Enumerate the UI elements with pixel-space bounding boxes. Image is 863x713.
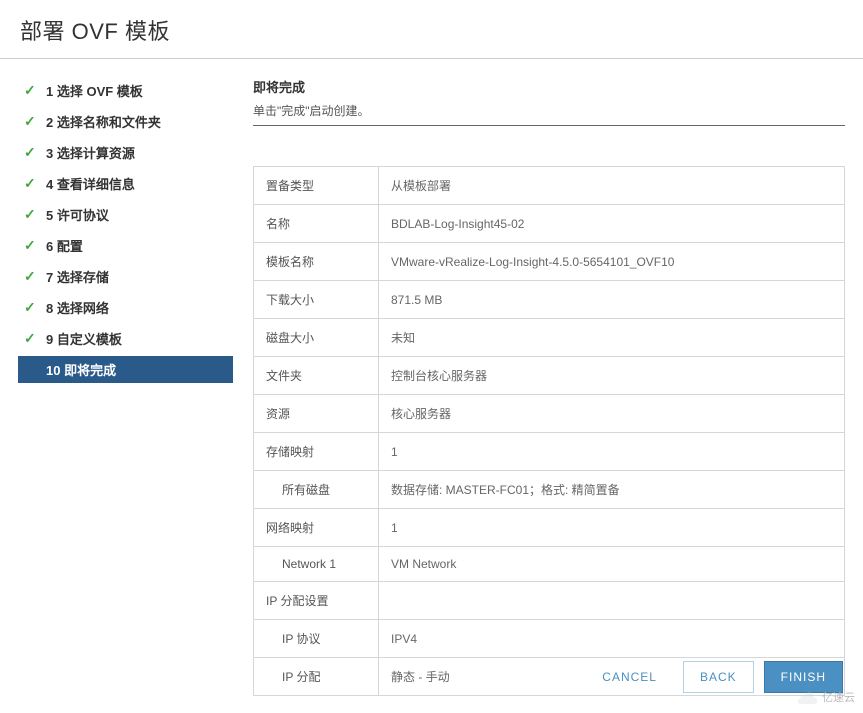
row-value: 871.5 MB	[379, 281, 845, 319]
table-row: IP 分配设置	[254, 582, 845, 620]
row-label: 置备类型	[254, 167, 379, 205]
content-title: 即将完成	[253, 77, 845, 96]
row-label: 网络映射	[254, 509, 379, 547]
table-row: 存储映射1	[254, 433, 845, 471]
wizard-sidebar: ✓ 1 选择 OVF 模板 ✓ 2 选择名称和文件夹 ✓ 3 选择计算资源 ✓ 4 查看详细信…	[18, 77, 233, 696]
check-icon: ✓	[24, 268, 38, 285]
row-value: 1	[379, 509, 845, 547]
wizard-content: 即将完成 单击"完成"启动创建。 置备类型从模板部署名称BDLAB-Log-In…	[233, 77, 845, 696]
row-value: 核心服务器	[379, 395, 845, 433]
check-icon: ✓	[24, 82, 38, 99]
row-label: 磁盘大小	[254, 319, 379, 357]
wizard-step-label: 10 即将完成	[46, 360, 116, 379]
row-value: 1	[379, 433, 845, 471]
row-label: IP 分配设置	[254, 582, 379, 620]
wizard-step-6[interactable]: ✓ 6 配置	[18, 232, 233, 259]
row-value: IPV4	[379, 620, 845, 658]
content-subtitle: 单击"完成"启动创建。	[253, 102, 845, 119]
row-label: IP 分配	[254, 658, 379, 696]
row-label: 下载大小	[254, 281, 379, 319]
check-icon: ✓	[24, 299, 38, 316]
table-row: 名称BDLAB-Log-Insight45-02	[254, 205, 845, 243]
table-row: IP 协议IPV4	[254, 620, 845, 658]
wizard-step-label: 9 自定义模板	[46, 329, 122, 348]
wizard-step-label: 4 查看详细信息	[46, 174, 135, 193]
content-divider	[253, 125, 845, 126]
table-row: 下载大小871.5 MB	[254, 281, 845, 319]
wizard-step-1[interactable]: ✓ 1 选择 OVF 模板	[18, 77, 233, 104]
main-content: ✓ 1 选择 OVF 模板 ✓ 2 选择名称和文件夹 ✓ 3 选择计算资源 ✓ 4 查看详细信…	[0, 59, 863, 696]
row-label: 模板名称	[254, 243, 379, 281]
check-icon: ✓	[24, 237, 38, 254]
row-value: BDLAB-Log-Insight45-02	[379, 205, 845, 243]
wizard-step-10: 10 即将完成	[18, 356, 233, 383]
table-row: 磁盘大小未知	[254, 319, 845, 357]
wizard-step-label: 6 配置	[46, 236, 83, 255]
row-value: VM Network	[379, 547, 845, 582]
wizard-step-label: 3 选择计算资源	[46, 143, 135, 162]
wizard-step-label: 1 选择 OVF 模板	[46, 81, 143, 100]
row-value: VMware-vRealize-Log-Insight-4.5.0-565410…	[379, 243, 845, 281]
row-label: 存储映射	[254, 433, 379, 471]
row-value: 数据存储: MASTER-FC01；格式: 精简置备	[379, 471, 845, 509]
wizard-step-5[interactable]: ✓ 5 许可协议	[18, 201, 233, 228]
back-button[interactable]: BACK	[683, 661, 754, 693]
table-row: 模板名称VMware-vRealize-Log-Insight-4.5.0-56…	[254, 243, 845, 281]
details-table: 置备类型从模板部署名称BDLAB-Log-Insight45-02模板名称VMw…	[253, 166, 845, 696]
wizard-step-2[interactable]: ✓ 2 选择名称和文件夹	[18, 108, 233, 135]
row-value: 控制台核心服务器	[379, 357, 845, 395]
wizard-step-label: 8 选择网络	[46, 298, 109, 317]
wizard-step-9[interactable]: ✓ 9 自定义模板	[18, 325, 233, 352]
table-row: 文件夹控制台核心服务器	[254, 357, 845, 395]
row-label: Network 1	[254, 547, 379, 582]
row-label: 文件夹	[254, 357, 379, 395]
watermark-text: 亿速云	[822, 689, 855, 705]
row-label: 资源	[254, 395, 379, 433]
cloud-icon	[798, 690, 818, 704]
wizard-step-8[interactable]: ✓ 8 选择网络	[18, 294, 233, 321]
wizard-step-label: 5 许可协议	[46, 205, 109, 224]
check-icon: ✓	[24, 175, 38, 192]
row-value: 未知	[379, 319, 845, 357]
check-icon: ✓	[24, 330, 38, 347]
wizard-step-4[interactable]: ✓ 4 查看详细信息	[18, 170, 233, 197]
row-label: 所有磁盘	[254, 471, 379, 509]
row-value	[379, 582, 845, 620]
table-row: Network 1VM Network	[254, 547, 845, 582]
wizard-step-label: 7 选择存储	[46, 267, 109, 286]
check-icon: ✓	[24, 206, 38, 223]
wizard-step-3[interactable]: ✓ 3 选择计算资源	[18, 139, 233, 166]
row-label: 名称	[254, 205, 379, 243]
table-row: 资源核心服务器	[254, 395, 845, 433]
dialog-header: 部署 OVF 模板	[0, 0, 863, 59]
row-label: IP 协议	[254, 620, 379, 658]
table-row: 置备类型从模板部署	[254, 167, 845, 205]
wizard-step-7[interactable]: ✓ 7 选择存储	[18, 263, 233, 290]
table-row: 所有磁盘数据存储: MASTER-FC01；格式: 精简置备	[254, 471, 845, 509]
table-row: 网络映射1	[254, 509, 845, 547]
dialog-title: 部署 OVF 模板	[20, 14, 843, 46]
cancel-button[interactable]: CANCEL	[586, 662, 673, 692]
row-value: 从模板部署	[379, 167, 845, 205]
wizard-step-label: 2 选择名称和文件夹	[46, 112, 161, 131]
check-icon: ✓	[24, 144, 38, 161]
check-icon: ✓	[24, 113, 38, 130]
details-tbody: 置备类型从模板部署名称BDLAB-Log-Insight45-02模板名称VMw…	[254, 167, 845, 696]
watermark: 亿速云	[798, 689, 855, 705]
